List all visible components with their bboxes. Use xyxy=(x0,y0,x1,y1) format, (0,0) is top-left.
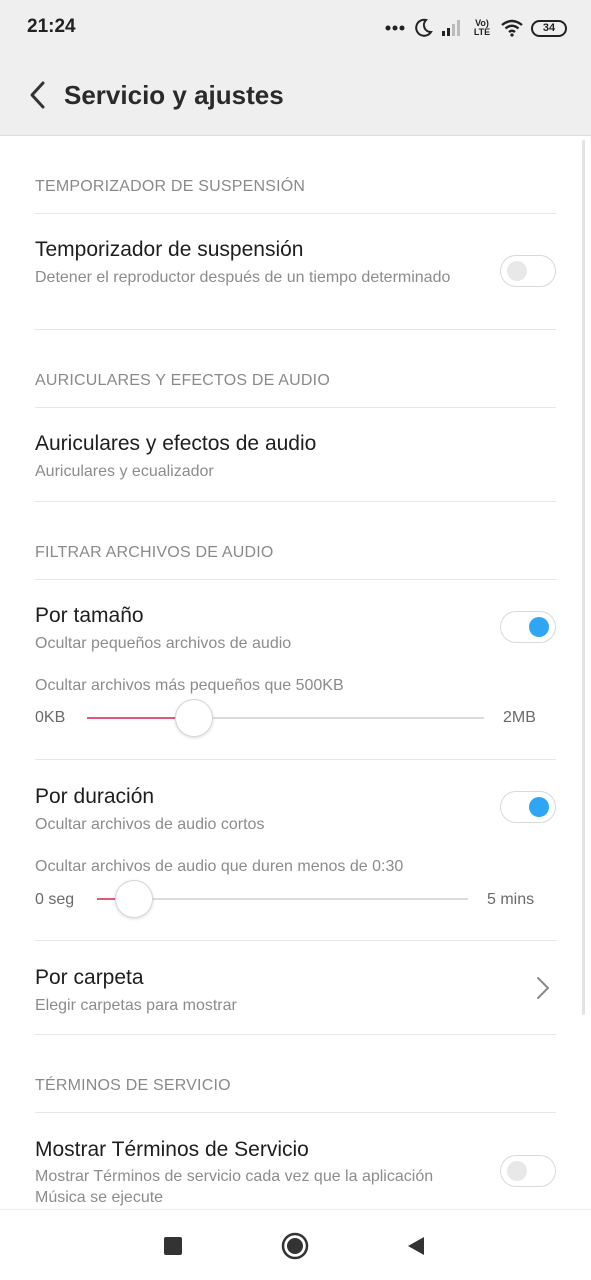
navigation-bar xyxy=(0,1209,591,1280)
slider-label: Ocultar archivos de audio que duren meno… xyxy=(35,858,404,875)
section-header-headphones: AURICULARES Y EFECTOS DE AUDIO xyxy=(35,372,330,389)
setting-title: Auriculares y efectos de audio xyxy=(35,432,317,455)
section-header-filter: FILTRAR ARCHIVOS DE AUDIO xyxy=(35,544,274,561)
divider xyxy=(35,1034,556,1035)
setting-title: Por carpeta xyxy=(35,966,144,989)
setting-subtitle: Ocultar archivos de audio cortos xyxy=(35,816,265,833)
toggle-knob xyxy=(529,797,549,817)
signal-icon xyxy=(442,20,460,36)
settings-list: TEMPORIZADOR DE SUSPENSIÓN Temporizador … xyxy=(0,137,591,1209)
recents-button[interactable] xyxy=(157,1230,189,1262)
volte-icon: Vo) LTE xyxy=(473,18,491,37)
by-duration-toggle[interactable] xyxy=(500,791,556,823)
sleep-timer-toggle[interactable] xyxy=(500,255,556,287)
section-header-terms: TÉRMINOS DE SERVICIO xyxy=(35,1077,231,1094)
setting-title: Por tamaño xyxy=(35,604,144,627)
slider-min-label: 0 seg xyxy=(35,891,75,908)
app-bar: Servicio y ajustes xyxy=(0,56,591,136)
divider xyxy=(35,213,556,214)
wifi-icon xyxy=(501,19,523,37)
toggle-knob xyxy=(507,1161,527,1181)
back-triangle-icon xyxy=(408,1237,424,1255)
divider xyxy=(35,1112,556,1113)
setting-subtitle: Detener el reproductor después de un tie… xyxy=(35,269,451,286)
section-header-sleep-timer: TEMPORIZADOR DE SUSPENSIÓN xyxy=(35,178,306,195)
toggle-knob xyxy=(507,261,527,281)
recents-square-icon xyxy=(164,1237,182,1255)
slider-label: Ocultar archivos más pequeños que 500KB xyxy=(35,677,344,694)
back-button[interactable] xyxy=(22,78,56,112)
slider-min-label: 0KB xyxy=(35,709,66,726)
setting-subtitle: Elegir carpetas para mostrar xyxy=(35,997,237,1014)
battery-icon: 34 xyxy=(531,19,567,37)
setting-title: Temporizador de suspensión xyxy=(35,238,304,261)
by-size-toggle[interactable] xyxy=(500,611,556,643)
status-bar: 21:24 Vo) LTE 34 xyxy=(0,0,591,56)
more-dots-icon xyxy=(385,25,405,31)
moon-icon xyxy=(415,18,433,37)
setting-title: Por duración xyxy=(35,785,155,808)
divider xyxy=(35,501,556,502)
home-circle-icon xyxy=(281,1232,309,1260)
setting-subtitle: Ocultar pequeños archivos de audio xyxy=(35,635,292,652)
size-slider-track[interactable] xyxy=(87,717,484,719)
slider-max-label: 2MB xyxy=(503,709,536,726)
terms-toggle[interactable] xyxy=(500,1155,556,1187)
chevron-right-icon xyxy=(537,977,549,999)
divider xyxy=(35,407,556,408)
divider xyxy=(35,329,556,330)
nav-back-button[interactable] xyxy=(400,1230,432,1262)
status-icons: Vo) LTE 34 xyxy=(385,16,567,40)
duration-slider-thumb[interactable] xyxy=(115,880,154,918)
divider xyxy=(35,579,556,580)
page-title: Servicio y ajustes xyxy=(64,80,284,110)
status-time: 21:24 xyxy=(27,16,76,37)
slider-max-label: 5 mins xyxy=(487,891,535,908)
toggle-knob xyxy=(529,617,549,637)
home-button[interactable] xyxy=(279,1230,311,1262)
divider xyxy=(35,759,556,760)
setting-subtitle: Mostrar Términos de servicio cada vez qu… xyxy=(35,1168,434,1206)
divider xyxy=(35,940,556,941)
chevron-left-icon xyxy=(30,81,45,109)
setting-title: Mostrar Términos de Servicio xyxy=(35,1138,309,1161)
size-slider-thumb[interactable] xyxy=(175,699,214,737)
setting-subtitle: Auriculares y ecualizador xyxy=(35,463,214,480)
